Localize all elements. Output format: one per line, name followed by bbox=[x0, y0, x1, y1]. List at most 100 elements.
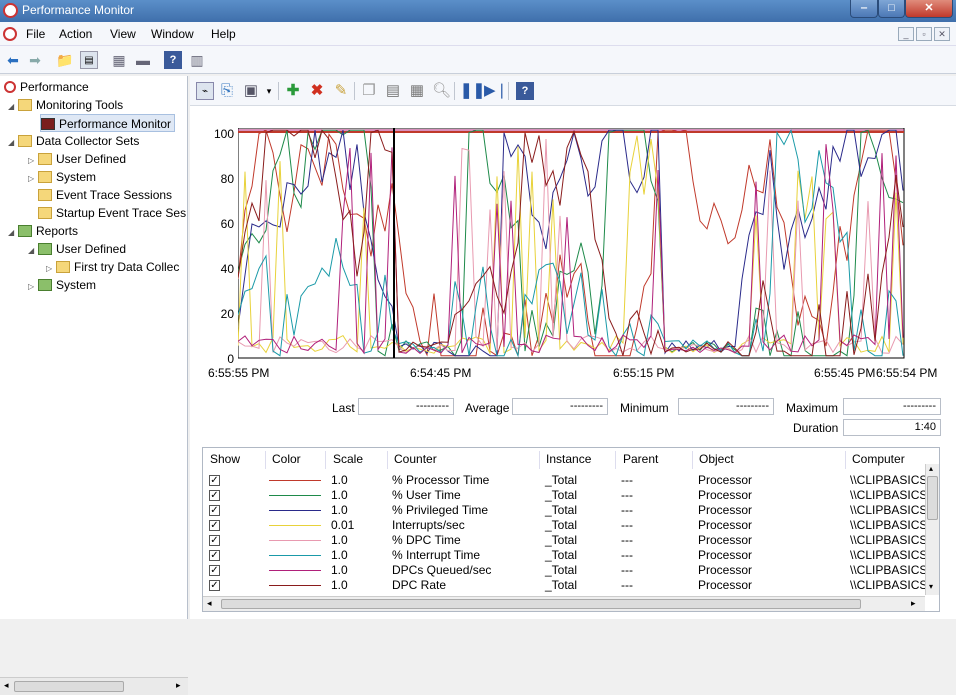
collapsed-arrow-icon[interactable]: ▷ bbox=[28, 278, 38, 296]
maximum-value: --------- bbox=[843, 398, 941, 415]
column-header-object[interactable]: Object bbox=[699, 452, 734, 466]
legend-row[interactable]: ✓ 0.01 Interrupts/sec _Total --- Processor \\C… bbox=[203, 518, 927, 533]
show-checkbox[interactable]: ✓ bbox=[209, 520, 220, 531]
delete-counter-icon[interactable]: ✖ bbox=[308, 82, 326, 100]
child-restore-icon[interactable]: ▫ bbox=[916, 27, 932, 41]
show-checkbox[interactable]: ✓ bbox=[209, 475, 220, 486]
child-minimize-icon[interactable]: _ bbox=[898, 27, 914, 41]
tree-item-first-try[interactable]: ▷ First try Data Collec bbox=[46, 258, 179, 276]
menu-view[interactable]: View bbox=[110, 27, 136, 41]
scroll-up-icon[interactable]: ▴ bbox=[929, 464, 933, 473]
tree-label-dcs-user-defined: User Defined bbox=[56, 152, 127, 166]
tree-item-reports[interactable]: ◢ Reports bbox=[8, 222, 78, 240]
expanded-arrow-icon[interactable]: ◢ bbox=[28, 242, 38, 260]
copy-properties-icon[interactable]: ❐ bbox=[360, 82, 378, 100]
properties-icon[interactable]: ▦ bbox=[110, 51, 128, 69]
column-header-instance[interactable]: Instance bbox=[546, 452, 591, 466]
freeze-display-icon[interactable]: ❚❚ bbox=[460, 82, 485, 100]
tree-item-performance[interactable]: Performance bbox=[4, 78, 89, 96]
column-header-counter[interactable]: Counter bbox=[394, 452, 437, 466]
update-data-icon[interactable]: ▶❘ bbox=[484, 82, 508, 100]
show-checkbox[interactable]: ✓ bbox=[209, 490, 220, 501]
zoom-icon[interactable]: 🔍︎ bbox=[432, 82, 451, 100]
help-icon[interactable]: ? bbox=[516, 82, 534, 100]
counter-legend-table: Show Color Scale Counter Instance Parent… bbox=[202, 447, 940, 612]
scroll-right-icon[interactable]: ▸ bbox=[911, 598, 916, 609]
instance-cell: _Total bbox=[545, 578, 578, 592]
scroll-down-icon[interactable]: ▾ bbox=[929, 582, 933, 591]
menu-help[interactable]: Help bbox=[211, 27, 236, 41]
tree-item-dcs-user-defined[interactable]: ▷ User Defined bbox=[28, 150, 126, 168]
folder-icon bbox=[38, 207, 52, 219]
collapsed-arrow-icon[interactable]: ▷ bbox=[28, 170, 38, 188]
legend-row[interactable]: ✓ 1.0 % Interrupt Time _Total --- Processor \\… bbox=[203, 548, 927, 563]
column-header-show[interactable]: Show bbox=[210, 452, 240, 466]
scroll-right-icon[interactable]: ▸ bbox=[176, 680, 181, 691]
tree-item-monitoring-tools[interactable]: ◢ Monitoring Tools bbox=[8, 96, 123, 114]
minimize-button[interactable]: ‒ bbox=[850, 0, 878, 18]
menu-action[interactable]: Action bbox=[59, 27, 92, 41]
legend-row[interactable]: ✓ 1.0 DPCs Queued/sec _Total --- Processor \\C… bbox=[203, 563, 927, 578]
show-checkbox[interactable]: ✓ bbox=[209, 535, 220, 546]
parent-cell: --- bbox=[621, 563, 633, 577]
add-counter-icon[interactable]: ✚ bbox=[284, 82, 302, 100]
scale-cell: 1.0 bbox=[331, 488, 348, 502]
back-arrow-icon[interactable]: ⬅ bbox=[4, 51, 22, 69]
parent-cell: --- bbox=[621, 473, 633, 487]
tree-item-performance-monitor[interactable]: Performance Monitor bbox=[40, 114, 176, 132]
counter-cell: DPC Rate bbox=[392, 578, 447, 592]
dropdown-arrow-icon[interactable]: ▾ bbox=[260, 82, 278, 100]
column-header-parent[interactable]: Parent bbox=[623, 452, 658, 466]
menu-window[interactable]: Window bbox=[151, 27, 194, 41]
expanded-arrow-icon[interactable]: ◢ bbox=[8, 224, 18, 242]
performance-graph[interactable] bbox=[238, 128, 906, 362]
current-activity-icon[interactable]: ⌁ bbox=[196, 82, 214, 100]
tree-item-startup-event-trace[interactable]: Startup Event Trace Ses bbox=[38, 204, 186, 222]
print-icon[interactable]: ▬ bbox=[134, 51, 152, 69]
tree-item-dcs-system[interactable]: ▷ System bbox=[28, 168, 96, 186]
child-close-icon[interactable]: ✕ bbox=[934, 27, 950, 41]
legend-row[interactable]: ✓ 1.0 % Privileged Time _Total --- Processor \… bbox=[203, 503, 927, 518]
column-header-color[interactable]: Color bbox=[272, 452, 301, 466]
tree-horizontal-scrollbar[interactable]: ◂ ▸ bbox=[0, 677, 188, 695]
expanded-arrow-icon[interactable]: ◢ bbox=[8, 98, 18, 116]
show-hide-tree-icon[interactable]: ▤ bbox=[80, 51, 98, 69]
column-header-computer[interactable]: Computer bbox=[852, 452, 905, 466]
forward-arrow-icon[interactable]: ➡ bbox=[26, 51, 44, 69]
close-button[interactable]: ✕ bbox=[905, 0, 953, 18]
parent-cell: --- bbox=[621, 548, 633, 562]
mmc-icon[interactable] bbox=[3, 27, 17, 41]
show-checkbox[interactable]: ✓ bbox=[209, 505, 220, 516]
column-header-scale[interactable]: Scale bbox=[333, 452, 363, 466]
scroll-thumb[interactable] bbox=[221, 599, 861, 609]
properties-icon[interactable]: ▦ bbox=[408, 82, 426, 100]
legend-row[interactable]: ✓ 1.0 DPC Rate _Total --- Processor \\CLIPBASI… bbox=[203, 578, 927, 593]
tree-item-rep-system[interactable]: ▷ System bbox=[28, 276, 96, 294]
tree-item-data-collector-sets[interactable]: ◢ Data Collector Sets bbox=[8, 132, 139, 150]
change-graph-type-icon[interactable]: ▣ bbox=[242, 82, 260, 100]
scroll-left-icon[interactable]: ◂ bbox=[4, 680, 9, 691]
scroll-thumb[interactable] bbox=[14, 681, 124, 692]
menu-file[interactable]: File bbox=[26, 27, 45, 41]
scroll-left-icon[interactable]: ◂ bbox=[207, 598, 212, 609]
legend-horizontal-scrollbar[interactable]: ◂ ▸ bbox=[203, 596, 925, 611]
paste-counter-list-icon[interactable]: ▤ bbox=[384, 82, 402, 100]
show-checkbox[interactable]: ✓ bbox=[209, 580, 220, 591]
up-folder-icon[interactable]: 📁 bbox=[56, 51, 74, 69]
details-pane-icon[interactable]: ▥ bbox=[188, 51, 206, 69]
help-icon[interactable]: ? bbox=[164, 51, 182, 69]
legend-vertical-scrollbar[interactable]: ▴ ▾ bbox=[925, 464, 939, 595]
legend-row[interactable]: ✓ 1.0 % Processor Time _Total --- Processor \\… bbox=[203, 473, 927, 488]
instance-cell: _Total bbox=[545, 518, 578, 532]
expanded-arrow-icon[interactable]: ◢ bbox=[8, 134, 18, 152]
highlight-icon[interactable]: ✎ bbox=[332, 82, 350, 100]
maximize-button[interactable]: □ bbox=[878, 0, 905, 18]
show-checkbox[interactable]: ✓ bbox=[209, 565, 220, 576]
tree-item-rep-user-defined[interactable]: ◢ User Defined bbox=[28, 240, 126, 258]
view-log-data-icon[interactable]: ⎘ bbox=[218, 82, 236, 100]
scroll-thumb[interactable] bbox=[927, 476, 938, 520]
tree-item-event-trace-sessions[interactable]: Event Trace Sessions bbox=[38, 186, 172, 204]
legend-row[interactable]: ✓ 1.0 % DPC Time _Total --- Processor \\CLIPBA… bbox=[203, 533, 927, 548]
show-checkbox[interactable]: ✓ bbox=[209, 550, 220, 561]
legend-row[interactable]: ✓ 1.0 % User Time _Total --- Processor \\CLIPB… bbox=[203, 488, 927, 503]
